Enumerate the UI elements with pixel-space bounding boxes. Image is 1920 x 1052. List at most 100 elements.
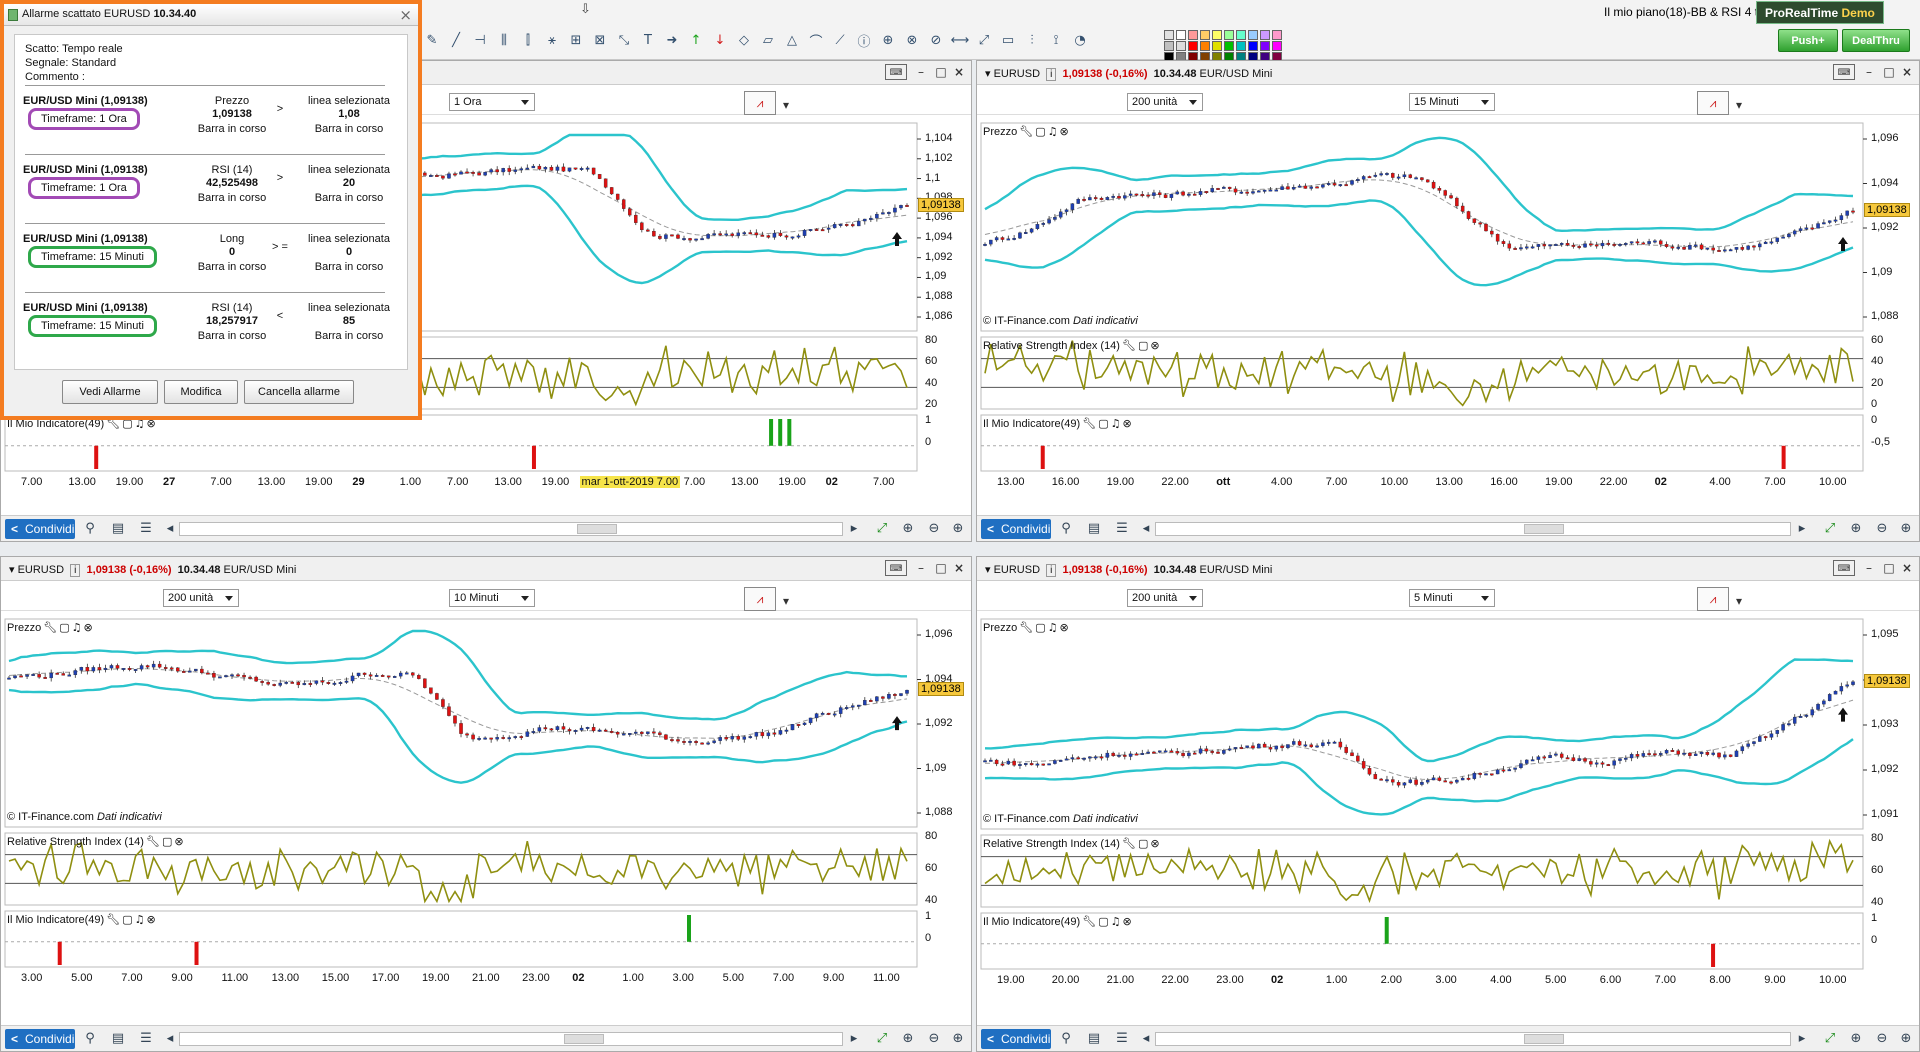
color-swatch[interactable]: [1272, 30, 1282, 40]
time-scrollbar[interactable]: [179, 1032, 843, 1046]
trend-icon[interactable]: ⤡: [614, 30, 634, 50]
pitchfork-icon[interactable]: ⟟: [1046, 30, 1066, 50]
regression-icon[interactable]: ⟋: [830, 30, 850, 50]
rectangle-icon[interactable]: ▱: [758, 30, 778, 50]
wrench-icon[interactable]: 🔧︎: [106, 913, 120, 926]
time-scrollbar[interactable]: [179, 522, 843, 536]
color-swatch[interactable]: [1164, 30, 1174, 40]
autoscale-icon[interactable]: ⤢: [1821, 520, 1839, 538]
zoom-icon[interactable]: ⊕: [878, 30, 898, 50]
color-swatch[interactable]: [1164, 41, 1174, 51]
table-icon[interactable]: ▤: [109, 520, 127, 538]
edit-alarm-button[interactable]: Modifica: [164, 380, 238, 404]
wrench-icon[interactable]: 🔧︎: [1019, 125, 1033, 138]
zoom-reset-icon[interactable]: ⊕: [899, 1030, 917, 1048]
rsi-label[interactable]: Relative Strength Index (14) 🔧︎ ▢ ⊗: [983, 339, 1160, 352]
zoom-out-icon[interactable]: ⊖: [1873, 1030, 1891, 1048]
scroll-left-icon[interactable]: ◂: [1137, 1030, 1155, 1048]
window-icon[interactable]: ▢: [1098, 417, 1108, 430]
color-swatch[interactable]: [1260, 30, 1270, 40]
indicator-label[interactable]: Il Mio Indicatore(49) 🔧︎ ▢ ♫ ⊗: [983, 417, 1132, 430]
view-alarm-button[interactable]: Vedi Allarme: [62, 380, 158, 404]
color-swatch[interactable]: [1272, 41, 1282, 51]
share-button[interactable]: Condividi: [5, 1029, 75, 1049]
erase-icon[interactable]: ⊘: [926, 30, 946, 50]
close-icon[interactable]: ⊗: [84, 621, 93, 634]
bell-icon[interactable]: ♫: [1048, 621, 1058, 634]
color-swatch[interactable]: [1248, 30, 1258, 40]
indicator-label[interactable]: Il Mio Indicatore(49) 🔧︎ ▢ ♫ ⊗: [7, 913, 156, 926]
fan-icon[interactable]: ⚹: [542, 30, 562, 50]
list-icon[interactable]: ☰: [137, 520, 155, 538]
scroll-right-icon[interactable]: ▸: [845, 1030, 863, 1048]
bell-icon[interactable]: ♫: [135, 913, 145, 926]
fibonacci-icon[interactable]: ⊞: [566, 30, 586, 50]
zoom-in-icon[interactable]: ⊕: [1897, 1030, 1915, 1048]
scrollbar-thumb[interactable]: [1523, 1034, 1564, 1044]
autoscale-icon[interactable]: ⤢: [1821, 1030, 1839, 1048]
close-icon[interactable]: ⊗: [1150, 837, 1159, 850]
close-icon[interactable]: ⊗: [1060, 621, 1069, 634]
close-icon[interactable]: ⊗: [1150, 339, 1159, 352]
wrench-icon[interactable]: 🔧︎: [1122, 837, 1136, 850]
window-icon[interactable]: ▢: [1138, 339, 1148, 352]
color-swatch[interactable]: [1236, 41, 1246, 51]
channel-icon[interactable]: ⫼: [494, 30, 514, 50]
rhombus-icon[interactable]: ◇: [734, 30, 754, 50]
scrollbar-thumb[interactable]: [577, 524, 618, 534]
table-icon[interactable]: ▤: [1085, 1030, 1103, 1048]
pencil-icon[interactable]: ✎: [422, 30, 442, 50]
measure-icon[interactable]: ⟷: [950, 30, 970, 50]
arrow-right-icon[interactable]: ➜: [662, 30, 682, 50]
window-icon[interactable]: ▢: [1138, 837, 1148, 850]
scroll-left-icon[interactable]: ◂: [161, 520, 179, 538]
window-icon[interactable]: ▢: [122, 913, 132, 926]
close-icon[interactable]: ⊗: [146, 913, 155, 926]
color-swatch[interactable]: [1188, 41, 1198, 51]
rsi-label[interactable]: Relative Strength Index (14) 🔧︎ ▢ ⊗: [983, 837, 1160, 850]
table-icon[interactable]: ▤: [1085, 520, 1103, 538]
expand-icon[interactable]: ⤢: [974, 30, 994, 50]
zoom-out-icon[interactable]: ⊖: [1873, 520, 1891, 538]
workspace-title[interactable]: Il mio piano(18)-BB & RSI 4 tf: [1604, 5, 1761, 19]
list-icon[interactable]: ☰: [1113, 1030, 1131, 1048]
color-swatch[interactable]: [1248, 41, 1258, 51]
color-swatch[interactable]: [1236, 30, 1246, 40]
wrench-icon[interactable]: 🔧︎: [1019, 621, 1033, 634]
time-scrollbar[interactable]: [1155, 1032, 1791, 1046]
scrollbar-thumb[interactable]: [1523, 524, 1564, 534]
color-swatch[interactable]: [1212, 30, 1222, 40]
zoom-in-icon[interactable]: ⊕: [949, 520, 967, 538]
push-button[interactable]: Push+: [1778, 29, 1838, 52]
close-icon[interactable]: ×: [399, 6, 412, 24]
zoom-reset-icon[interactable]: ⊕: [899, 520, 917, 538]
arrow-down-icon[interactable]: ↓: [710, 30, 730, 50]
share-button[interactable]: Condividi: [981, 519, 1051, 539]
info-icon[interactable]: ⓘ: [854, 30, 874, 50]
bell-icon[interactable]: ♫: [72, 621, 82, 634]
scroll-left-icon[interactable]: ◂: [1137, 520, 1155, 538]
delete-alarm-button[interactable]: Cancella allarme: [244, 380, 354, 404]
color-swatch[interactable]: [1260, 41, 1270, 51]
color-swatch[interactable]: [1176, 41, 1186, 51]
scroll-right-icon[interactable]: ▸: [1793, 1030, 1811, 1048]
scrollbar-thumb[interactable]: [563, 1034, 604, 1044]
wrench-icon[interactable]: 🔧︎: [1082, 915, 1096, 928]
time-scrollbar[interactable]: [1155, 522, 1791, 536]
color-swatch[interactable]: [1200, 30, 1210, 40]
scroll-right-icon[interactable]: ▸: [845, 520, 863, 538]
bell-icon[interactable]: ♫: [1111, 417, 1121, 430]
zoom-in-icon[interactable]: ⊕: [949, 1030, 967, 1048]
autoscale-icon[interactable]: ⤢: [873, 520, 891, 538]
window-icon[interactable]: ▢: [1098, 915, 1108, 928]
line-icon[interactable]: ╱: [446, 30, 466, 50]
horizontal-line-icon[interactable]: ⊣: [470, 30, 490, 50]
wrench-icon[interactable]: 🔧︎: [146, 835, 160, 848]
cross-icon[interactable]: ⊗: [902, 30, 922, 50]
vertical-line-icon[interactable]: ⫿: [518, 30, 538, 50]
dealthru-button[interactable]: DealThru: [1842, 29, 1910, 52]
magnet-icon[interactable]: ⚲: [1057, 520, 1075, 538]
price-series-label[interactable]: Prezzo 🔧︎ ▢ ♫ ⊗: [7, 621, 93, 634]
grid-icon[interactable]: ⊠: [590, 30, 610, 50]
price-series-label[interactable]: Prezzo 🔧︎ ▢ ♫ ⊗: [983, 125, 1069, 138]
